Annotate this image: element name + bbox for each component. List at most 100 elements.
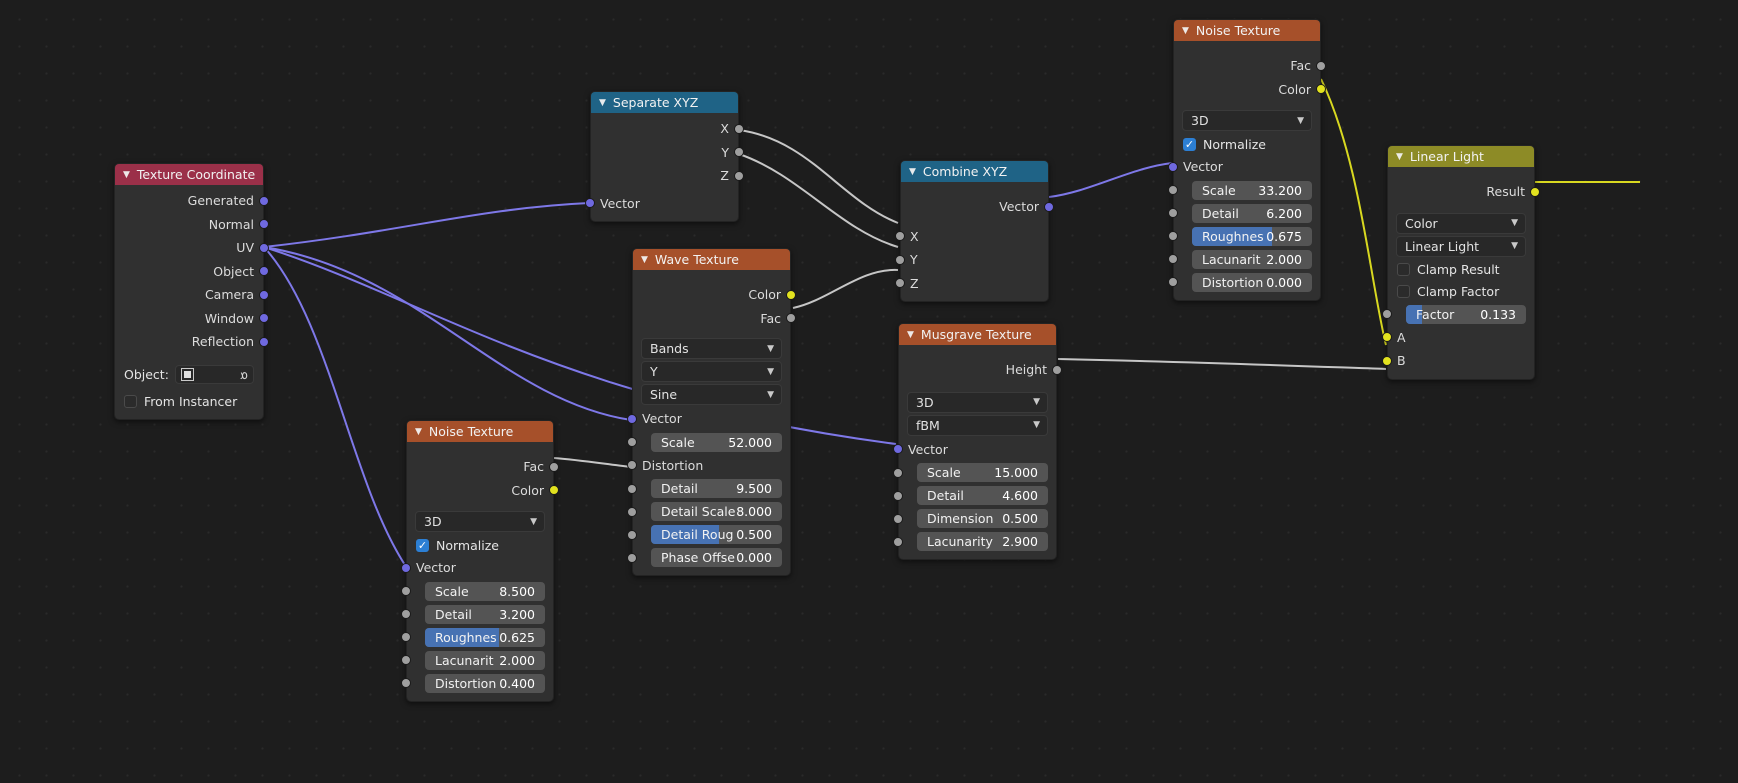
socket-dot[interactable] bbox=[893, 444, 903, 455]
input-roughness[interactable]: Roughnes 0.625 bbox=[401, 626, 553, 649]
value-slider[interactable]: Roughnes 0.625 bbox=[425, 627, 545, 647]
socket-dot[interactable] bbox=[1382, 355, 1392, 366]
input-phase-offset[interactable]: Phase Offse 0.000 bbox=[627, 546, 790, 569]
input-detail-scale[interactable]: Detail Scale 8.000 bbox=[627, 500, 790, 523]
value-slider[interactable]: Roughnes 0.675 bbox=[1192, 226, 1312, 246]
socket-dot[interactable] bbox=[1168, 231, 1178, 241]
socket-dot[interactable] bbox=[627, 437, 637, 447]
input-detail[interactable]: Detail 4.600 bbox=[893, 484, 1056, 507]
socket-dot[interactable] bbox=[734, 123, 744, 134]
object-field-row[interactable]: Object: ⍺ bbox=[115, 363, 263, 387]
input-detail[interactable]: Detail 9.500 bbox=[627, 477, 790, 500]
socket-dot[interactable] bbox=[893, 467, 903, 478]
value-slider[interactable]: Scale 8.500 bbox=[425, 581, 545, 601]
value-slider[interactable]: Lacunarit 2.000 bbox=[425, 650, 545, 670]
normalize-checkbox[interactable]: Normalize bbox=[1174, 133, 1320, 155]
from-instancer-checkbox[interactable]: From Instancer bbox=[115, 391, 263, 413]
socket-dot[interactable] bbox=[895, 254, 905, 265]
socket-dot[interactable] bbox=[895, 231, 905, 242]
input-distortion[interactable]: Distortion 0.000 bbox=[1168, 271, 1320, 294]
socket-dot[interactable] bbox=[893, 490, 903, 501]
socket-dot[interactable] bbox=[734, 147, 744, 158]
input-scale[interactable]: Scale 33.200 bbox=[1168, 179, 1320, 202]
input-socket-vector[interactable]: Vector bbox=[893, 438, 1056, 462]
socket-dot[interactable] bbox=[1168, 161, 1178, 172]
socket-dot[interactable] bbox=[401, 678, 411, 688]
input-socket-z[interactable]: Z bbox=[895, 272, 1048, 296]
socket-dot[interactable] bbox=[893, 513, 903, 524]
output-socket-fac[interactable]: Fac bbox=[633, 307, 796, 331]
input-socket-distortion[interactable]: Distortion bbox=[627, 454, 790, 478]
input-socket-a[interactable]: A bbox=[1382, 326, 1534, 350]
input-scale[interactable]: Scale 8.500 bbox=[401, 580, 553, 603]
socket-dot[interactable] bbox=[259, 219, 269, 230]
socket-dot[interactable] bbox=[1382, 309, 1392, 319]
collapse-chevron-icon[interactable]: ▼ bbox=[123, 165, 130, 186]
input-distortion[interactable]: Distortion 0.400 bbox=[401, 672, 553, 695]
input-scale[interactable]: Scale 15.000 bbox=[893, 461, 1056, 484]
value-slider[interactable]: Dimension 0.500 bbox=[917, 509, 1048, 528]
socket-dot[interactable] bbox=[585, 198, 595, 209]
input-socket-vector[interactable]: Vector bbox=[401, 556, 553, 580]
node-texture-coordinate[interactable]: ▼ Texture Coordinate Generated Normal UV… bbox=[114, 163, 269, 420]
value-slider[interactable]: Scale 15.000 bbox=[917, 463, 1048, 482]
node-editor-canvas[interactable]: ▼ Texture Coordinate Generated Normal UV… bbox=[0, 0, 1738, 783]
value-slider[interactable]: Scale 52.000 bbox=[651, 432, 782, 452]
checkbox-box-icon[interactable] bbox=[416, 538, 429, 552]
node-wave-texture[interactable]: ▼ Wave Texture Color Fac Bands ▼ Y ▼ Sin… bbox=[627, 248, 796, 576]
socket-dot[interactable] bbox=[1052, 364, 1062, 375]
noise-dimension-dropdown[interactable]: 3D ▼ bbox=[1182, 110, 1312, 131]
object-selector[interactable]: ⍺ bbox=[174, 365, 254, 384]
musgrave-dimension-dropdown[interactable]: 3D ▼ bbox=[907, 391, 1048, 413]
bands-direction-dropdown[interactable]: Y ▼ bbox=[641, 361, 782, 382]
value-slider[interactable]: Lacunarity 2.900 bbox=[917, 532, 1048, 551]
socket-dot[interactable] bbox=[549, 461, 559, 472]
socket-dot[interactable] bbox=[627, 460, 637, 471]
eyedropper-icon[interactable]: ⍺ bbox=[240, 368, 248, 382]
socket-dot[interactable] bbox=[786, 313, 796, 324]
node-musgrave-texture[interactable]: ▼ Musgrave Texture Height 3D ▼ fBM ▼ Vec… bbox=[893, 323, 1062, 560]
input-socket-vector[interactable]: Vector bbox=[585, 192, 738, 216]
node-noise-texture-bottom[interactable]: ▼ Noise Texture Fac Color 3D ▼ Normalize bbox=[401, 420, 559, 702]
socket-dot[interactable] bbox=[259, 289, 269, 300]
collapse-chevron-icon[interactable]: ▼ bbox=[907, 325, 914, 346]
socket-dot[interactable] bbox=[401, 655, 411, 665]
output-socket-fac[interactable]: Fac bbox=[407, 455, 559, 479]
socket-dot[interactable] bbox=[1530, 186, 1540, 197]
node-header-noise-texture-top[interactable]: ▼ Noise Texture bbox=[1174, 20, 1320, 41]
node-linear-light[interactable]: ▼ Linear Light Result Color ▼ Linear Lig… bbox=[1382, 145, 1540, 380]
socket-dot[interactable] bbox=[401, 609, 411, 619]
musgrave-type-dropdown[interactable]: fBM ▼ bbox=[907, 414, 1048, 436]
input-socket-vector[interactable]: Vector bbox=[1168, 155, 1320, 179]
node-header-linear-light[interactable]: ▼ Linear Light bbox=[1388, 146, 1534, 167]
node-header-texture-coordinate[interactable]: ▼ Texture Coordinate bbox=[115, 164, 263, 185]
node-noise-texture-top[interactable]: ▼ Noise Texture Fac Color 3D ▼ Normalize bbox=[1168, 19, 1326, 301]
socket-dot[interactable] bbox=[1168, 254, 1178, 264]
output-socket-object[interactable]: Object bbox=[115, 260, 269, 284]
output-socket-y[interactable]: Y bbox=[591, 141, 744, 165]
checkbox-box-icon[interactable] bbox=[1397, 263, 1410, 276]
checkbox-box-icon[interactable] bbox=[1183, 137, 1196, 151]
value-slider[interactable]: Scale 33.200 bbox=[1192, 180, 1312, 200]
output-socket-reflection[interactable]: Reflection bbox=[115, 330, 269, 354]
socket-dot[interactable] bbox=[734, 170, 744, 181]
value-slider[interactable]: Distortion 0.400 bbox=[425, 673, 545, 693]
input-socket-y[interactable]: Y bbox=[895, 248, 1048, 272]
collapse-chevron-icon[interactable]: ▼ bbox=[1182, 21, 1189, 42]
input-factor[interactable]: Factor 0.133 bbox=[1382, 303, 1534, 326]
socket-dot[interactable] bbox=[259, 313, 269, 324]
socket-dot[interactable] bbox=[627, 483, 637, 494]
node-header-wave-texture[interactable]: ▼ Wave Texture bbox=[633, 249, 790, 270]
socket-dot[interactable] bbox=[1168, 185, 1178, 195]
value-slider[interactable]: Detail 6.200 bbox=[1192, 203, 1312, 223]
socket-dot[interactable] bbox=[1382, 332, 1392, 343]
node-header-musgrave-texture[interactable]: ▼ Musgrave Texture bbox=[899, 324, 1056, 345]
input-lacunarity[interactable]: Lacunarit 2.000 bbox=[1168, 248, 1320, 271]
normalize-checkbox[interactable]: Normalize bbox=[407, 534, 553, 556]
value-slider[interactable]: Phase Offse 0.000 bbox=[651, 548, 782, 567]
output-socket-height[interactable]: Height bbox=[899, 358, 1062, 382]
output-socket-x[interactable]: X bbox=[591, 117, 744, 141]
input-socket-x[interactable]: X bbox=[895, 225, 1048, 249]
socket-dot[interactable] bbox=[627, 413, 637, 424]
node-header-separate-xyz[interactable]: ▼ Separate XYZ bbox=[591, 92, 738, 113]
